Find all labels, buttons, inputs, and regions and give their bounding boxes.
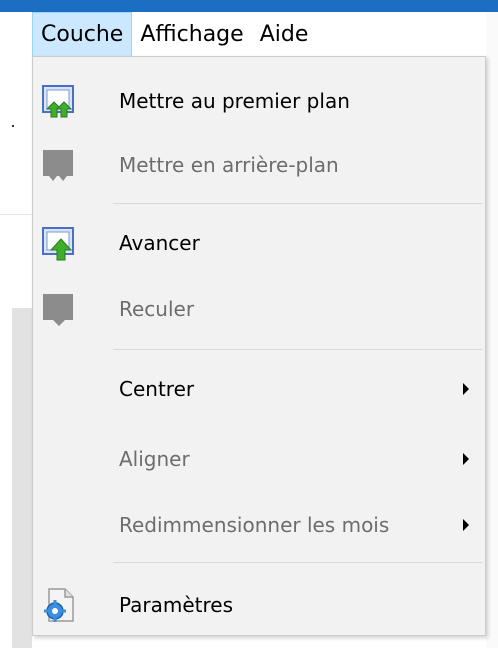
background-window-right: [486, 12, 498, 648]
menu-couche[interactable]: Couche: [32, 12, 133, 56]
menu-item-send-to-back[interactable]: Mettre en arrière-plan: [33, 141, 485, 189]
background-divider: [0, 214, 32, 215]
submenu-arrow-icon: [463, 519, 469, 531]
menu-item-label: Avancer: [119, 231, 200, 255]
menu-affichage[interactable]: Affichage: [132, 12, 251, 56]
menu-item-parametres[interactable]: Paramètres: [33, 581, 485, 629]
background-window-left: [0, 12, 32, 648]
menu-item-send-backward[interactable]: Reculer: [33, 285, 485, 333]
menu-item-centrer[interactable]: Centrer: [33, 365, 485, 413]
menu-aide[interactable]: Aide: [252, 12, 317, 56]
menu-separator: [113, 562, 483, 563]
menu-bar: Couche Affichage Aide: [32, 12, 486, 56]
background-panel: [12, 308, 32, 648]
menu-item-label: Mettre en arrière-plan: [119, 153, 339, 177]
bring-forward-icon: [42, 227, 74, 261]
send-backward-icon: [43, 294, 73, 326]
background-dot: [12, 125, 14, 127]
menu-item-label: Aligner: [119, 447, 190, 471]
settings-icon: [44, 588, 74, 622]
menu-item-bring-to-front[interactable]: Mettre au premier plan: [33, 77, 485, 125]
submenu-arrow-icon: [463, 453, 469, 465]
menu-item-aligner[interactable]: Aligner: [33, 435, 485, 483]
menu-item-label: Redimmensionner les mois: [119, 513, 390, 537]
menu-item-label: Reculer: [119, 297, 195, 321]
menu-separator: [113, 349, 483, 350]
send-to-back-icon: [43, 150, 73, 181]
menu-item-label: Mettre au premier plan: [119, 89, 350, 113]
couche-dropdown-menu: Mettre au premier plan Mettre en arrière…: [32, 56, 486, 636]
menu-item-bring-forward[interactable]: Avancer: [33, 219, 485, 267]
menu-item-redimensionner[interactable]: Redimmensionner les mois: [33, 501, 485, 549]
menu-item-label: Centrer: [119, 377, 195, 401]
window-title-strip: [0, 0, 498, 12]
menu-item-label: Paramètres: [119, 593, 234, 617]
menu-separator: [113, 203, 483, 204]
submenu-arrow-icon: [463, 383, 469, 395]
bring-to-front-icon: [42, 85, 74, 118]
